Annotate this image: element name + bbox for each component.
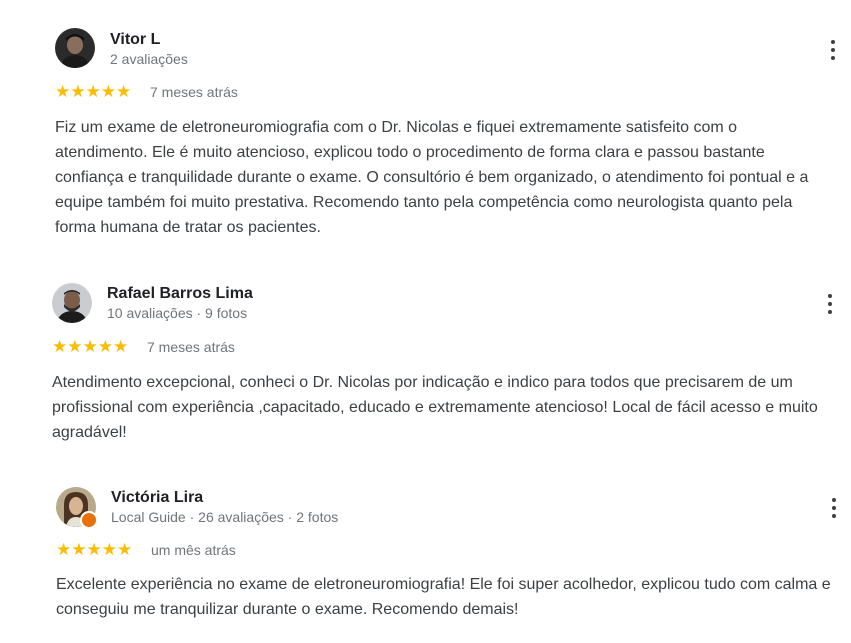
- star-rating: ★★★★★: [52, 337, 129, 356]
- author-name[interactable]: Victória Lira: [111, 489, 203, 507]
- more-vert-icon[interactable]: [820, 291, 840, 317]
- author-name[interactable]: Rafael Barros Lima: [107, 285, 253, 303]
- review-text: Atendimento excepcional, conheci o Dr. N…: [52, 374, 818, 441]
- author-meta[interactable]: Local Guide · 26 avaliações · 2 fotos: [111, 509, 338, 525]
- local-guide-badge-icon: [80, 511, 98, 529]
- review-card: Victória Lira Local Guide · 26 avaliaçõe…: [0, 0, 851, 618]
- more-vert-icon[interactable]: [824, 495, 844, 521]
- star-rating: ★★★★★: [56, 540, 133, 559]
- avatar[interactable]: [52, 283, 92, 323]
- review-text: Excelente experiência no exame de eletro…: [56, 576, 831, 618]
- author-meta[interactable]: 10 avaliações · 9 fotos: [107, 305, 247, 321]
- review-date: um mês atrás: [151, 542, 236, 558]
- review-date: 7 meses atrás: [147, 339, 235, 355]
